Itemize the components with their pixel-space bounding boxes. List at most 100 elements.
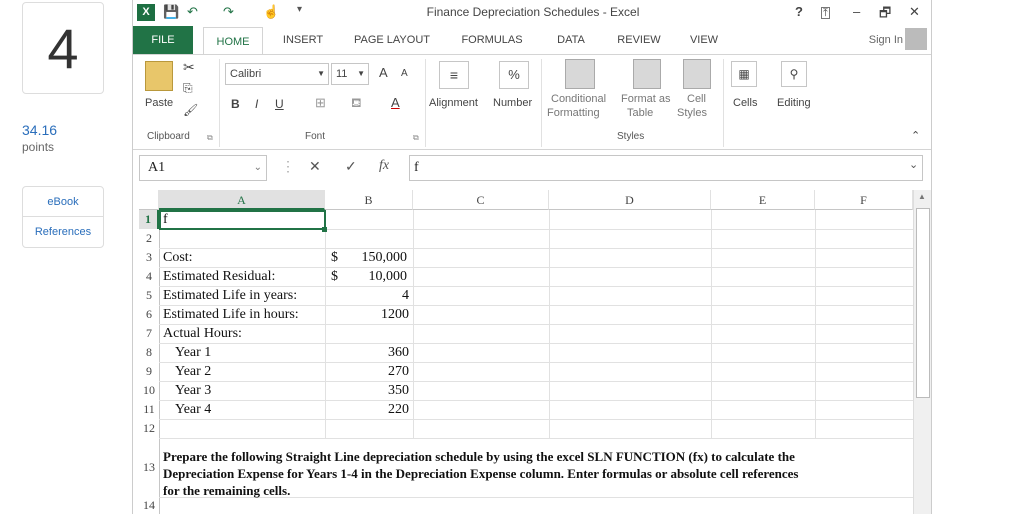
enter-button[interactable]: ✓ bbox=[345, 158, 357, 175]
insert-function-button[interactable]: fx bbox=[379, 158, 389, 174]
conditional-formatting-label-1[interactable]: Conditional bbox=[551, 93, 606, 105]
font-size-select[interactable]: 11 ▼ bbox=[331, 63, 369, 85]
cell-a9[interactable]: Year 2 bbox=[175, 362, 211, 381]
row-header-3[interactable]: 3 bbox=[139, 248, 159, 267]
cell-a7[interactable]: Actual Hours: bbox=[163, 324, 242, 343]
cell-a3[interactable]: Cost: bbox=[163, 248, 193, 267]
alignment-icon[interactable]: ≡ bbox=[439, 61, 469, 89]
select-all-corner[interactable] bbox=[139, 190, 159, 210]
format-as-table-label-1[interactable]: Format as bbox=[621, 93, 671, 105]
row-header-1[interactable]: 1 bbox=[139, 210, 159, 229]
row-header-14[interactable]: 14 bbox=[139, 497, 159, 514]
cell-a11[interactable]: Year 4 bbox=[175, 400, 211, 419]
format-as-table-icon[interactable] bbox=[633, 59, 661, 89]
scrollbar-thumb[interactable] bbox=[916, 208, 930, 398]
row-header-6[interactable]: 6 bbox=[139, 305, 159, 324]
cell-b6[interactable]: 1200 bbox=[325, 305, 413, 324]
cancel-button[interactable]: ✕ bbox=[309, 158, 321, 175]
cell-b5[interactable]: 4 bbox=[325, 286, 413, 305]
cell-a6[interactable]: Estimated Life in hours: bbox=[163, 305, 299, 324]
cell-a13-line-3[interactable]: for the remaining cells. bbox=[163, 482, 290, 499]
formula-input[interactable]: f bbox=[409, 155, 923, 181]
vertical-scrollbar[interactable]: ▲ bbox=[913, 190, 931, 514]
binoculars-icon[interactable]: ⚲ bbox=[781, 61, 807, 87]
tab-home[interactable]: HOME bbox=[203, 27, 263, 55]
row-header-13[interactable]: 13 bbox=[139, 438, 159, 497]
underline-button[interactable]: U bbox=[275, 97, 284, 111]
bold-button[interactable]: B bbox=[231, 97, 240, 111]
cells-icon[interactable]: ▦ bbox=[731, 61, 757, 87]
row-header-10[interactable]: 10 bbox=[139, 381, 159, 400]
paste-button[interactable]: Paste bbox=[145, 97, 173, 109]
ribbon-display-icon[interactable]: ⤒ bbox=[821, 7, 830, 19]
grow-font-button[interactable]: A bbox=[379, 65, 388, 80]
fill-color-icon[interactable]: ⛾ bbox=[351, 95, 362, 113]
shrink-font-button[interactable]: A bbox=[401, 68, 408, 79]
column-header-f[interactable]: F bbox=[815, 190, 913, 210]
column-header-e[interactable]: E bbox=[711, 190, 815, 210]
font-launcher-icon[interactable]: ⧉ bbox=[413, 133, 419, 143]
paste-icon[interactable] bbox=[145, 61, 173, 91]
column-header-d[interactable]: D bbox=[549, 190, 711, 210]
tab-insert[interactable]: INSERT bbox=[273, 26, 333, 54]
format-as-table-label-2[interactable]: Table bbox=[627, 107, 653, 119]
conditional-formatting-icon[interactable] bbox=[565, 59, 595, 89]
restore-button[interactable]: 🗗 bbox=[879, 4, 891, 26]
borders-icon[interactable]: ⊞ bbox=[315, 95, 326, 111]
close-button[interactable]: ✕ bbox=[909, 4, 920, 20]
cell-b4[interactable]: 10,000 bbox=[325, 267, 408, 286]
minimize-button[interactable]: – bbox=[853, 4, 860, 19]
cell-a13-line-2[interactable]: Depreciation Expense for Years 1-4 in th… bbox=[163, 465, 798, 482]
sign-in-link[interactable]: Sign In bbox=[869, 26, 903, 54]
font-color-button[interactable]: A bbox=[391, 95, 400, 110]
tab-file[interactable]: FILE bbox=[133, 26, 193, 54]
cell-a5[interactable]: Estimated Life in years: bbox=[163, 286, 297, 305]
name-box[interactable]: A1 ⌄ bbox=[139, 155, 267, 181]
cell-b10[interactable]: 350 bbox=[325, 381, 413, 400]
row-header-2[interactable]: 2 bbox=[139, 229, 159, 248]
format-painter-icon[interactable]: 🖌 bbox=[183, 103, 198, 117]
row-header-5[interactable]: 5 bbox=[139, 286, 159, 305]
cell-b11[interactable]: 220 bbox=[325, 400, 413, 419]
copy-icon[interactable]: ⎘ bbox=[183, 81, 193, 96]
row-header-9[interactable]: 9 bbox=[139, 362, 159, 381]
cell-b3[interactable]: 150,000 bbox=[325, 248, 408, 267]
cell-a1[interactable]: f bbox=[163, 210, 168, 229]
conditional-formatting-label-2[interactable]: Formatting bbox=[547, 107, 600, 119]
tab-formulas[interactable]: FORMULAS bbox=[455, 26, 529, 54]
cell-a10[interactable]: Year 3 bbox=[175, 381, 211, 400]
column-header-a[interactable]: A bbox=[159, 190, 325, 210]
number-button[interactable]: Number bbox=[493, 97, 532, 109]
cell-styles-label-1[interactable]: Cell bbox=[687, 93, 706, 105]
row-header-8[interactable]: 8 bbox=[139, 343, 159, 362]
percent-icon[interactable]: % bbox=[499, 61, 529, 89]
collapse-ribbon-icon[interactable]: ⌃ bbox=[911, 129, 920, 142]
tab-page-layout[interactable]: PAGE LAYOUT bbox=[347, 26, 437, 54]
clipboard-launcher-icon[interactable]: ⧉ bbox=[207, 133, 213, 143]
row-header-4[interactable]: 4 bbox=[139, 267, 159, 286]
active-cell-a1[interactable] bbox=[159, 210, 326, 230]
avatar[interactable] bbox=[905, 28, 927, 50]
cell-b9[interactable]: 270 bbox=[325, 362, 413, 381]
cells-button[interactable]: Cells bbox=[733, 97, 757, 109]
row-header-7[interactable]: 7 bbox=[139, 324, 159, 343]
font-name-select[interactable]: Calibri ▼ bbox=[225, 63, 329, 85]
references-button[interactable]: References bbox=[23, 217, 103, 247]
expand-formula-bar-icon[interactable]: ⌄ bbox=[909, 158, 918, 171]
tab-review[interactable]: REVIEW bbox=[611, 26, 667, 54]
cell-a13-line-1[interactable]: Prepare the following Straight Line depr… bbox=[163, 448, 795, 465]
cell-styles-icon[interactable] bbox=[683, 59, 711, 89]
editing-button[interactable]: Editing bbox=[777, 97, 811, 109]
cell-a4[interactable]: Estimated Residual: bbox=[163, 267, 275, 286]
scroll-up-icon[interactable]: ▲ bbox=[918, 192, 926, 201]
help-button[interactable]: ? bbox=[795, 4, 803, 19]
italic-button[interactable]: I bbox=[255, 97, 258, 111]
cell-b8[interactable]: 360 bbox=[325, 343, 413, 362]
tab-view[interactable]: VIEW bbox=[683, 26, 725, 54]
ebook-button[interactable]: eBook bbox=[23, 187, 103, 217]
column-header-c[interactable]: C bbox=[413, 190, 549, 210]
cut-icon[interactable]: ✂ bbox=[183, 59, 195, 76]
tab-data[interactable]: DATA bbox=[547, 26, 595, 54]
row-header-11[interactable]: 11 bbox=[139, 400, 159, 419]
fill-handle[interactable] bbox=[322, 227, 327, 232]
